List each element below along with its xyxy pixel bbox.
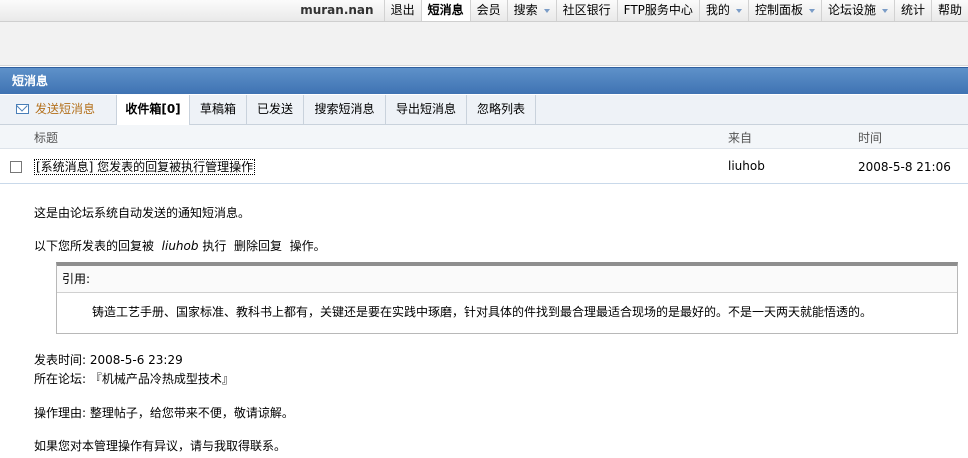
column-subject: 标题 [34,131,59,145]
operation-reason: 操作理由: 整理帖子，给您带来不便，敬请谅解。 [34,406,294,420]
tab-inbox-label: 收件箱[0] [125,102,181,116]
column-from: 来自 [728,131,753,145]
tab-send-message-label: 发送短消息 [35,102,96,116]
chevron-down-icon [735,8,742,13]
chevron-down-icon [881,8,888,13]
list-header: 标题 来自 时间 [0,125,968,149]
nav-stats-label: 统计 [900,3,925,17]
nav-stats[interactable]: 统计 [893,0,931,21]
top-nav-items: muran.nan 退出 短消息 会员 搜索 社区银行 FTP服务中心 我的 控… [294,0,968,21]
tab-inbox[interactable]: 收件箱[0] [116,95,190,125]
tab-export-messages-label: 导出短消息 [395,102,456,116]
nav-members-label: 会员 [476,3,501,17]
quote-content: 铸造工艺手册、国家标准、教科书上都有，关键还是要在实践中琢磨，针对具体的件找到最… [92,305,873,319]
nav-control-panel[interactable]: 控制面板 [747,0,821,21]
action-suffix: 执行 删除回复 操作。 [202,239,326,253]
message-subject-link[interactable]: [系统消息] 您发表的回复被执行管理操作 [34,159,256,175]
nav-messages[interactable]: 短消息 [420,0,470,21]
select-checkbox[interactable] [10,161,22,173]
post-time: 发表时间: 2008-5-6 23:29 [34,353,183,367]
message-time: 2008-5-8 21:06 [858,160,951,174]
chevron-down-icon [808,8,815,13]
nav-logout-label: 退出 [390,3,415,17]
tab-search-messages-label: 搜索短消息 [314,102,375,116]
quote-title: 引用: [57,266,957,293]
action-user[interactable]: liuhob [162,239,199,253]
top-navigation: muran.nan 退出 短消息 会员 搜索 社区银行 FTP服务中心 我的 控… [0,0,968,22]
envelope-icon [16,104,29,114]
nav-search[interactable]: 搜索 [506,0,556,21]
nav-control-panel-label: 控制面板 [754,3,803,17]
forum-name: 所在论坛: 『机械产品冷热成型技术』 [34,372,234,386]
nav-help-label: 帮助 [937,3,962,17]
tab-sent-label: 已发送 [256,102,293,116]
message-sender[interactable]: liuhob [728,159,765,173]
spacer-band [0,22,968,66]
nav-ftp-label: FTP服务中心 [623,3,693,17]
tab-search-messages[interactable]: 搜索短消息 [304,95,386,124]
tab-ignore-list-label: 忽略列表 [476,102,525,116]
contact-note: 如果您对本管理操作有异议，请与我取得联系。 [34,439,287,453]
tab-ignore-list[interactable]: 忽略列表 [467,95,536,124]
nav-forum-tools[interactable]: 论坛设施 [820,0,894,21]
nav-bank-label: 社区银行 [562,3,611,17]
page-title: 短消息 [0,67,968,94]
nav-my[interactable]: 我的 [698,0,748,21]
chevron-down-icon [543,8,550,13]
nav-my-label: 我的 [705,3,730,17]
nav-forum-tools-label: 论坛设施 [827,3,876,17]
nav-search-label: 搜索 [513,3,538,17]
body-line-notice: 这是由论坛系统自动发送的通知短消息。 [34,206,251,220]
tab-drafts[interactable]: 草稿箱 [190,95,247,124]
nav-members[interactable]: 会员 [469,0,507,21]
action-prefix: 以下您所发表的回复被 [34,239,155,253]
tab-send-message[interactable]: 发送短消息 [0,95,117,124]
nav-logout[interactable]: 退出 [383,0,421,21]
table-row: [系统消息] 您发表的回复被执行管理操作 liuhob 2008-5-8 21:… [0,149,968,184]
body-line-action: 以下您所发表的回复被 liuhob 执行 删除回复 操作。 [34,237,326,254]
tab-drafts-label: 草稿箱 [199,102,236,116]
nav-messages-label: 短消息 [427,3,464,17]
nav-help[interactable]: 帮助 [930,0,968,21]
tab-sent[interactable]: 已发送 [247,95,304,124]
quote-block: 引用: 铸造工艺手册、国家标准、教科书上都有，关键还是要在实践中琢磨，针对具体的… [56,262,958,334]
tab-export-messages[interactable]: 导出短消息 [386,95,467,124]
nav-bank[interactable]: 社区银行 [555,0,617,21]
message-tabs: 发送短消息 收件箱[0] 草稿箱 已发送 搜索短消息 导出短消息 忽略列表 [0,95,968,125]
nav-ftp[interactable]: FTP服务中心 [616,0,699,21]
username-link[interactable]: muran.nan [294,0,383,21]
column-time: 时间 [858,131,883,145]
